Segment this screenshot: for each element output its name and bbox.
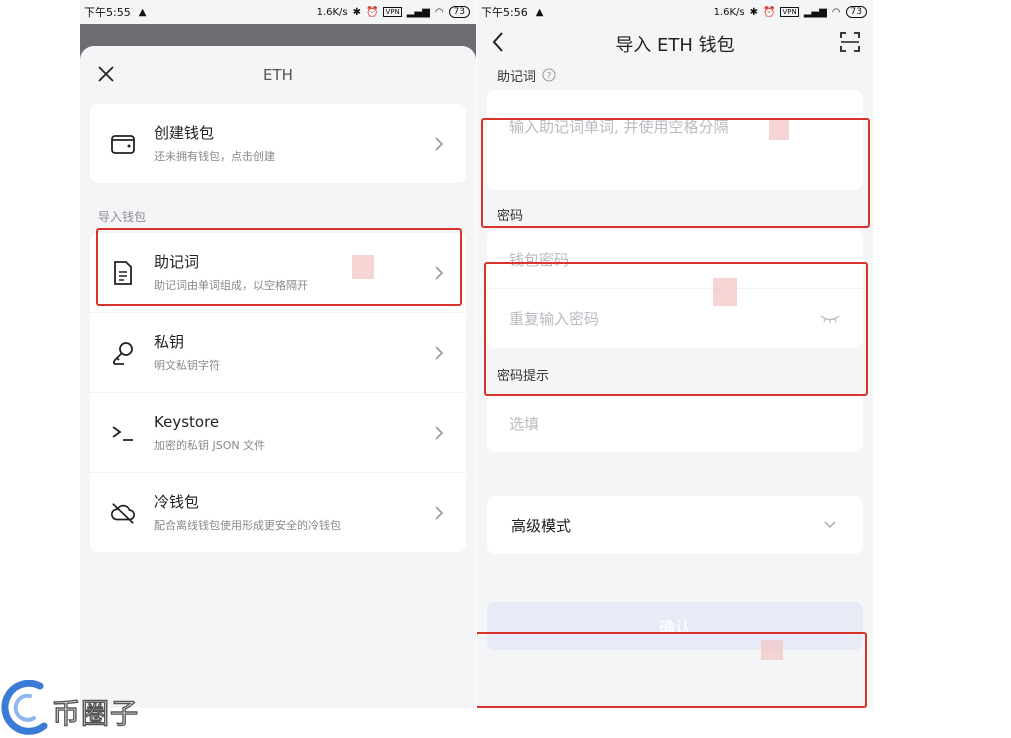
wallet-action-sheet: ETH 创建钱包 还未拥有钱包，点击创建 导入钱包 助记词 助记词由单词组成，以… (80, 46, 476, 708)
network-speed: 1.6K/s (713, 6, 745, 18)
mnemonic-label: 助记词 (497, 69, 537, 85)
page-title: 导入 ETH 钱包 (615, 35, 735, 56)
option-label: Keystore (154, 413, 220, 431)
highlight-box-confirm (477, 632, 867, 708)
key-icon (113, 341, 133, 365)
nav-bar: 导入 ETH 钱包 (477, 24, 873, 60)
create-wallet-label: 创建钱包 (154, 124, 215, 142)
battery-icon: 73 (845, 6, 867, 18)
option-private-key[interactable]: 私钥 明文私钥字符 (90, 313, 466, 393)
bluetooth-icon: ✱ (352, 6, 362, 18)
advanced-mode-label: 高级模式 (511, 516, 572, 535)
battery-icon: 73 (448, 6, 470, 18)
wifi-icon: ◠ (434, 6, 444, 18)
bluetooth-icon: ✱ (749, 6, 759, 18)
wifi-icon: ◠ (831, 6, 841, 18)
network-speed: 1.6K/s (316, 6, 348, 18)
status-bar: 下午5:55 ▲ 1.6K/s ✱ ⏰ VPN ▂▄▆ ◠ 73 (80, 0, 476, 24)
notification-icon: ▲ (535, 6, 544, 18)
left-screen: 下午5:55 ▲ 1.6K/s ✱ ⏰ VPN ▂▄▆ ◠ 73 ETH 创建钱… (80, 0, 476, 708)
wallet-icon (111, 134, 135, 154)
option-label: 冷钱包 (154, 493, 200, 511)
option-cold-wallet[interactable]: 冷钱包 配合离线钱包使用形成更安全的冷钱包 (90, 473, 466, 553)
option-sub: 明文私钥字符 (154, 359, 220, 372)
cloud-off-icon (111, 502, 135, 524)
chevron-right-icon (435, 425, 444, 440)
help-icon[interactable]: ? (542, 68, 556, 82)
notification-icon: ▲ (138, 6, 147, 18)
watermark-logo: 币圈子 (0, 680, 160, 738)
advanced-mode-toggle[interactable]: 高级模式 (487, 496, 863, 554)
signal-icon: ▂▄▆ (803, 6, 827, 18)
mnemonic-label-row: 助记词 ? (477, 60, 873, 90)
signal-icon: ▂▄▆ (406, 6, 430, 18)
chevron-right-icon (435, 345, 444, 360)
status-bar: 下午5:56 ▲ 1.6K/s ✱ ⏰ VPN ▂▄▆ ◠ 73 (477, 0, 873, 24)
create-wallet-sub: 还未拥有钱包，点击创建 (154, 150, 275, 163)
option-sub: 加密的私钥 JSON 文件 (154, 439, 266, 452)
import-section-label: 导入钱包 (98, 210, 147, 224)
option-sub: 配合离线钱包使用形成更安全的冷钱包 (154, 519, 341, 532)
alarm-icon: ⏰ (366, 6, 379, 18)
vpn-badge: VPN (780, 7, 799, 17)
chevron-right-icon (435, 136, 444, 151)
vpn-badge: VPN (383, 7, 402, 17)
create-wallet-item[interactable]: 创建钱包 还未拥有钱包，点击创建 (90, 104, 466, 184)
alarm-icon: ⏰ (763, 6, 776, 18)
status-time: 下午5:56 (481, 6, 528, 19)
right-screen: 下午5:56 ▲ 1.6K/s ✱ ⏰ VPN ▂▄▆ ◠ 73 导入 ETH … (477, 0, 873, 708)
highlight-box-password (484, 262, 868, 396)
highlight-box-mnemonic-input (481, 118, 870, 228)
terminal-icon (112, 425, 133, 441)
svg-text:?: ? (547, 72, 552, 82)
option-label: 私钥 (154, 333, 185, 351)
logo-swirl-icon (1, 680, 48, 735)
status-time: 下午5:55 (84, 6, 131, 19)
chevron-down-icon (824, 521, 836, 529)
sheet-title: ETH (263, 66, 293, 84)
hint-placeholder: 选填 (509, 414, 540, 433)
watermark-text: 币圈子 (51, 696, 140, 730)
hint-input[interactable]: 选填 (487, 394, 863, 452)
option-keystore[interactable]: Keystore 加密的私钥 JSON 文件 (90, 393, 466, 473)
scan-icon[interactable] (839, 30, 861, 54)
chevron-right-icon (435, 505, 444, 520)
highlight-box-mnemonic-option (96, 228, 462, 306)
